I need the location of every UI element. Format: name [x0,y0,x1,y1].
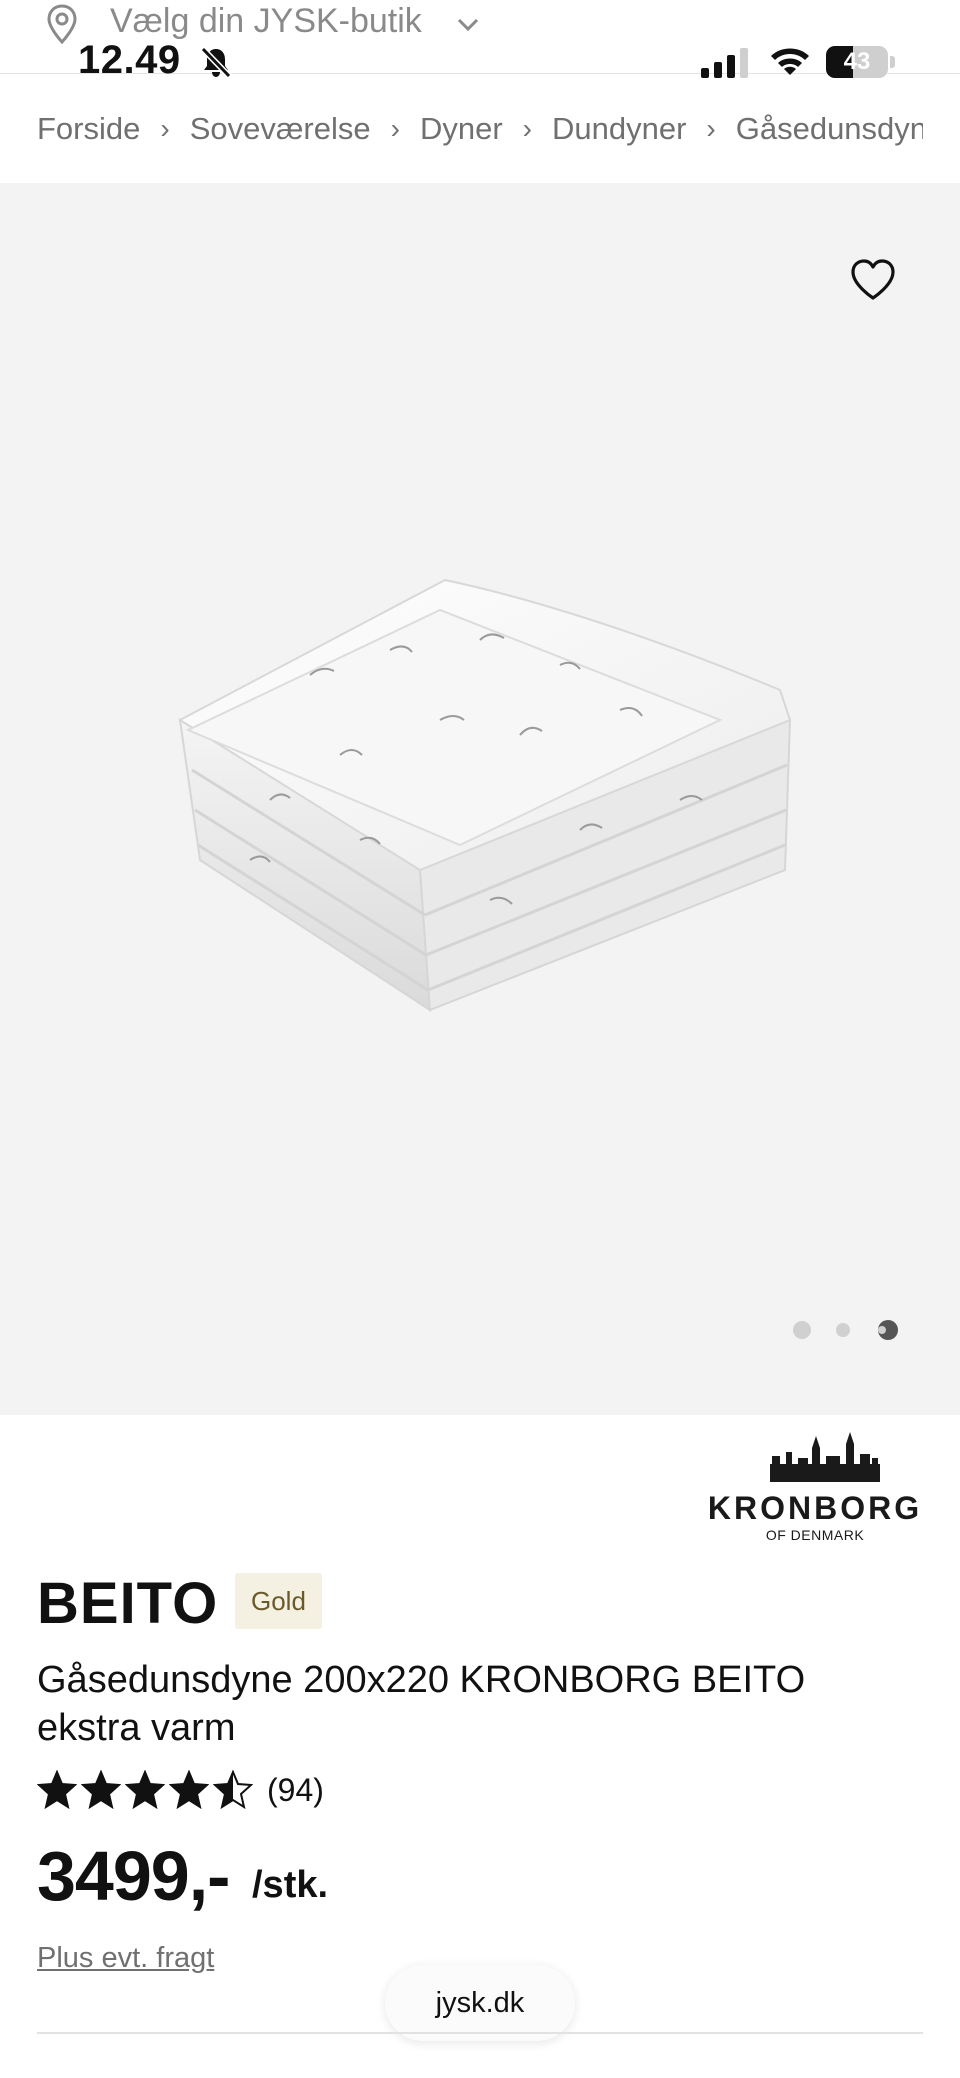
breadcrumb-item[interactable]: Forside [37,111,140,147]
wifi-icon [768,44,812,83]
gallery-dot[interactable] [793,1321,811,1339]
breadcrumb-item[interactable]: Dyner [420,111,503,147]
breadcrumb-separator-icon: › [706,113,716,144]
browser-url-bar[interactable]: jysk.dk [385,1965,575,2041]
heart-outline-icon[interactable] [848,255,898,305]
star-half-icon [213,1770,253,1810]
star-filled-icon [125,1770,165,1810]
divider [37,2032,923,2034]
product-tier-badge: Gold [235,1573,322,1629]
breadcrumb-separator-icon: › [390,113,400,144]
breadcrumb-item[interactable]: Gåsedunsdyner [736,111,923,147]
gallery-pagination[interactable] [748,1318,898,1342]
chevron-down-icon [453,10,483,45]
bell-muted-icon [198,44,234,85]
product-image [160,570,800,1030]
product-title: BEITO [37,1571,219,1636]
star-filled-icon [81,1770,121,1810]
breadcrumb-item[interactable]: Dundyner [552,111,686,147]
brand-name: KRONBORG [707,1490,923,1526]
breadcrumb-separator-icon: › [160,113,170,144]
freight-link[interactable]: Plus evt. fragt [37,1942,214,1975]
brand-tagline: OF DENMARK [765,1527,865,1543]
review-count: (94) [267,1771,324,1808]
cellular-signal-icon [700,46,752,83]
product-price: 3499,- [37,1837,230,1915]
star-filled-icon [169,1770,209,1810]
star-filled-icon [37,1770,77,1810]
brand-logo: KRONBORG OF DENMARK [700,1430,930,1543]
battery-indicator: 43 [826,46,896,78]
status-time: 12.49 [78,38,181,82]
gallery-dot[interactable] [878,1326,886,1334]
product-subtitle: Gåsedunsdyne 200x220 KRONBORG BEITO ekst… [37,1659,806,1749]
breadcrumb: Forside › Soveværelse › Dyner › Dundyner › Gåsed… [37,104,923,154]
breadcrumb-item[interactable]: Soveværelse [190,111,371,147]
store-selector-label: Vælg din JYSK-butik [110,2,422,40]
product-rating[interactable]: (94) [37,1766,324,1814]
battery-percent: 43 [843,48,871,75]
price-unit: /stk. [252,1864,329,1906]
rating-stars [37,1768,259,1812]
gallery-dot[interactable] [836,1323,850,1337]
breadcrumb-separator-icon: › [522,113,532,144]
